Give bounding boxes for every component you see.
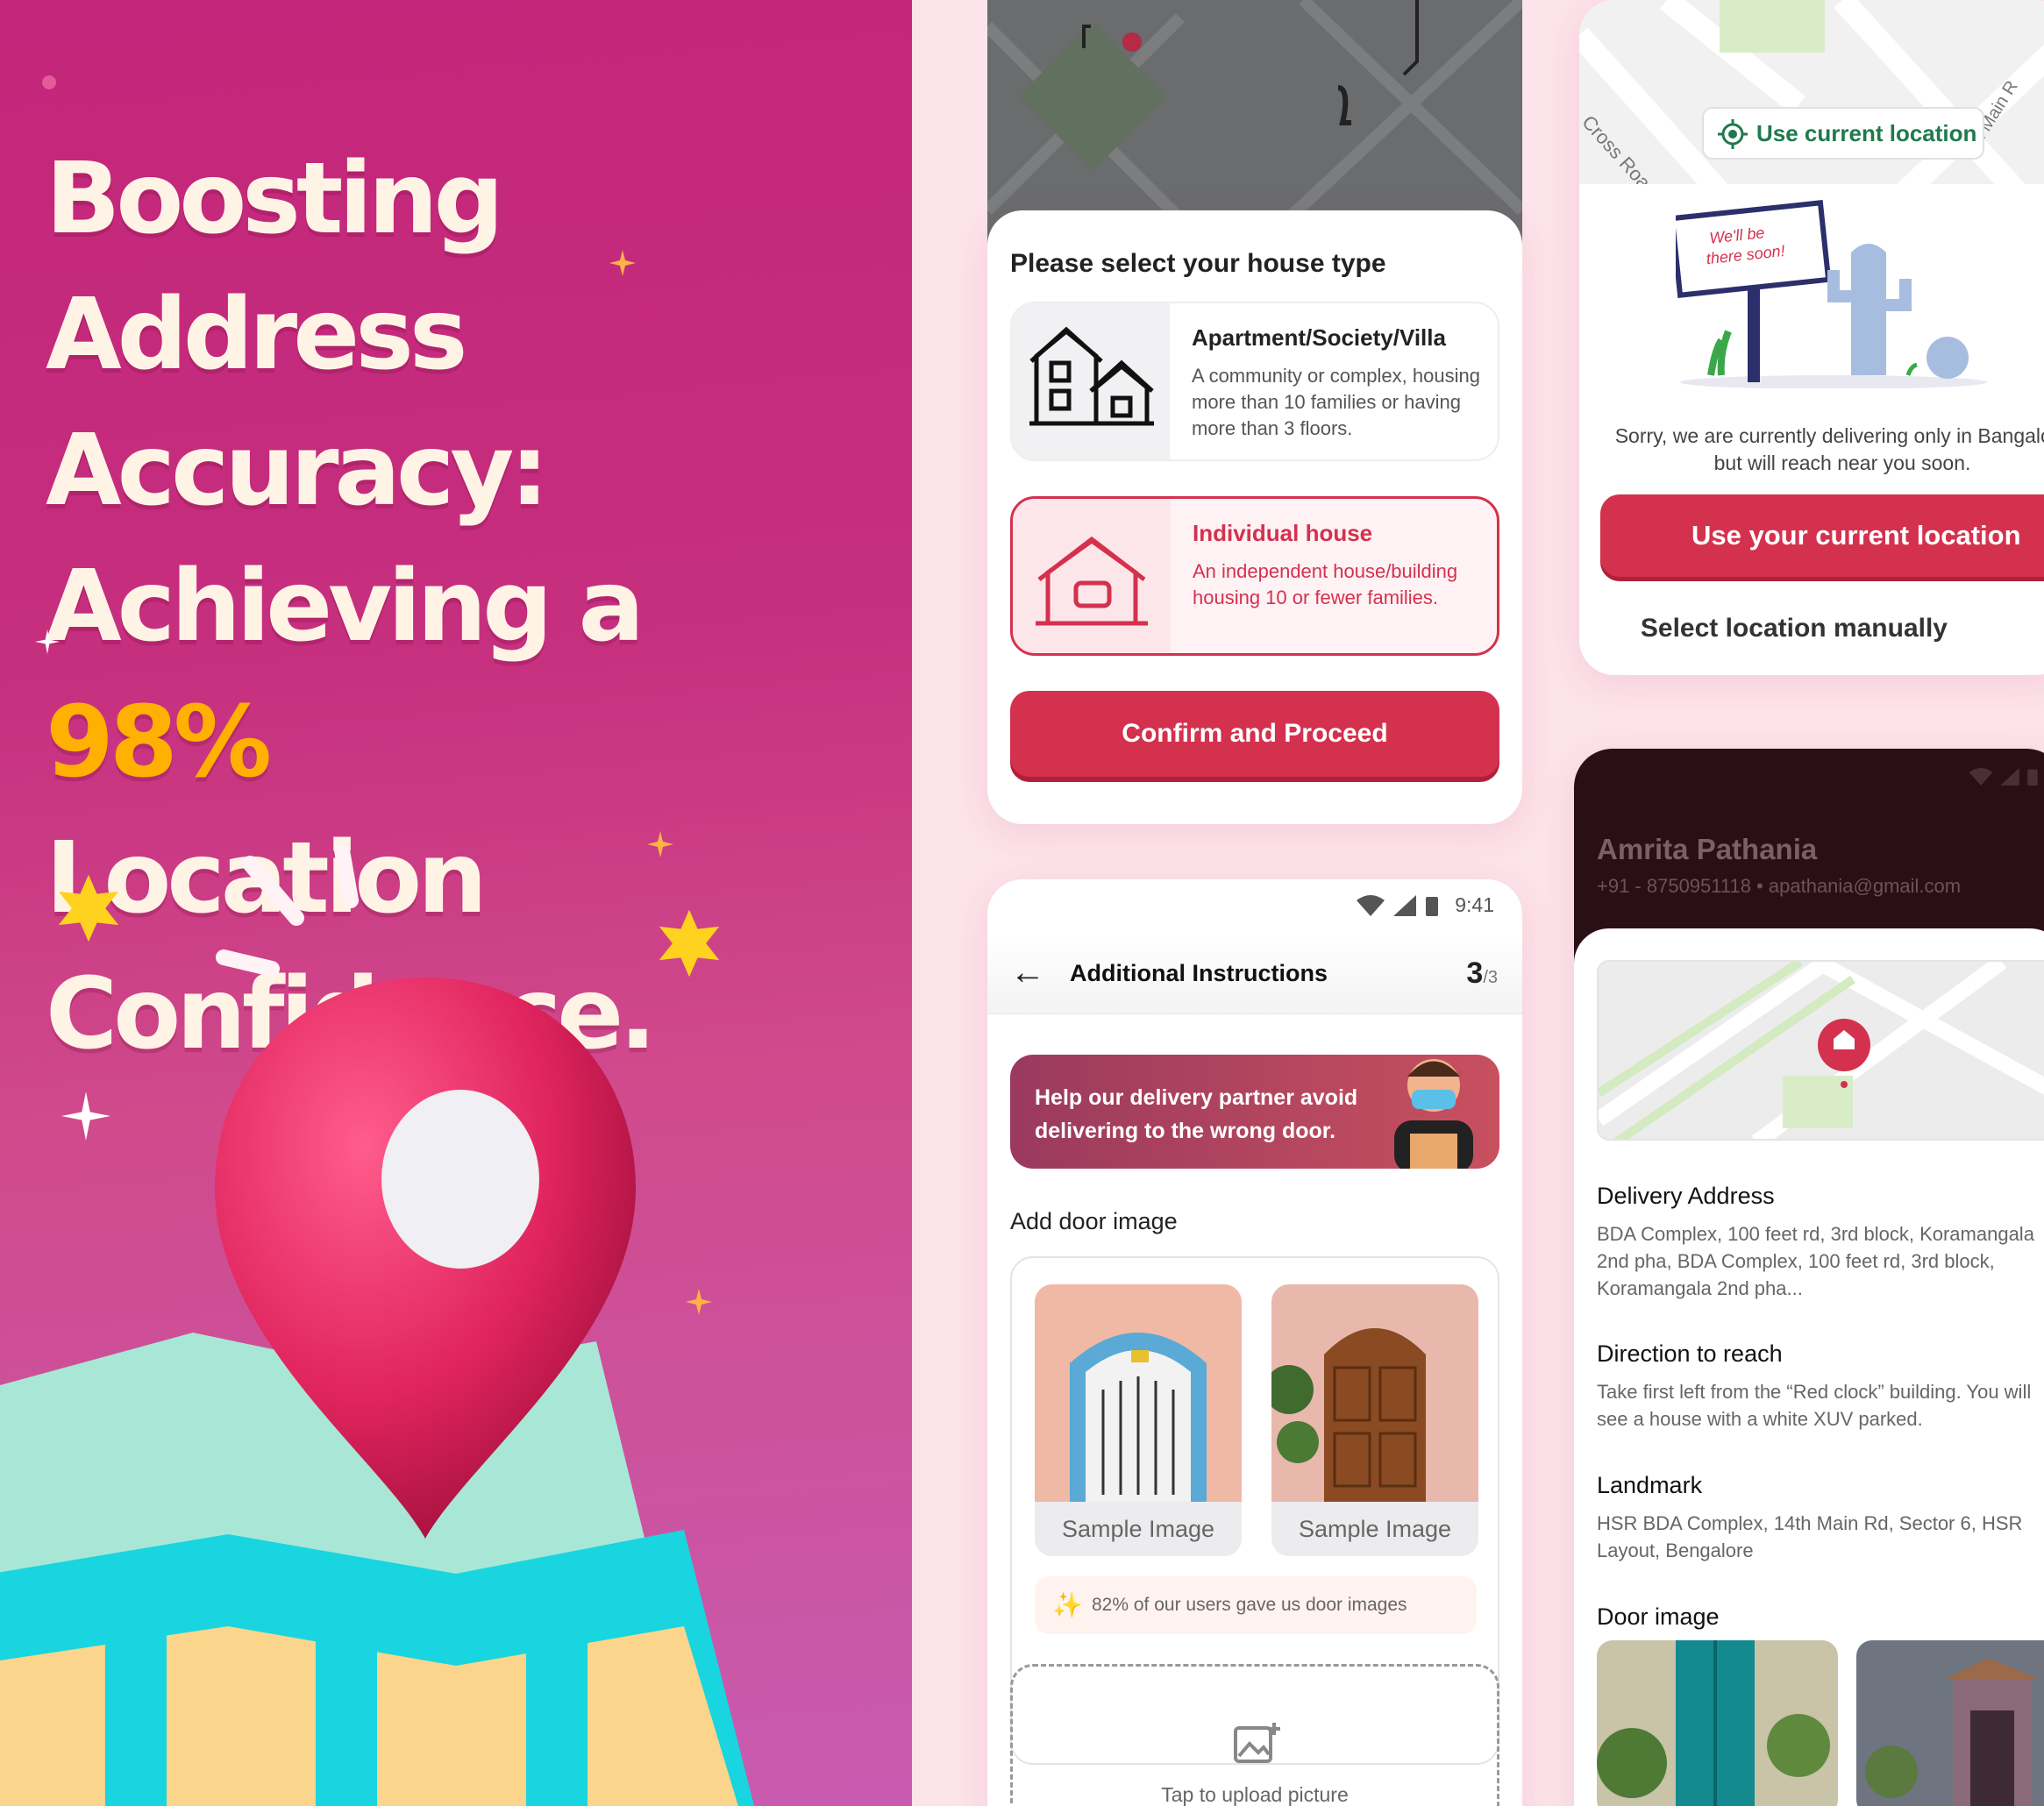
user-contact: +91 - 8750951118 • apathania@gmail.com xyxy=(1597,875,1962,897)
additional-instructions-screen: 9:41 ← Additional Instructions 3/3 Help … xyxy=(987,879,1522,1806)
upload-picture-area[interactable]: Tap to upload picture xyxy=(1010,1664,1499,1806)
sparkle-white-icon xyxy=(61,1091,110,1141)
use-current-location-label: Use current location xyxy=(1756,120,1977,146)
house-option-description: An independent house/building housing 10… xyxy=(1193,560,1458,608)
house-type-sheet: Please select your house type Apartment/… xyxy=(987,210,1522,824)
signal-icon xyxy=(1393,894,1417,916)
sparkles-icon: ✨ xyxy=(1052,1591,1083,1618)
door-photo-1 xyxy=(1035,1284,1242,1504)
door-photo xyxy=(1597,1640,1838,1806)
star-icon xyxy=(659,909,720,978)
add-door-label: Add door image xyxy=(1010,1208,1178,1234)
door-photo xyxy=(1856,1640,2044,1806)
door-image-stat: ✨ 82% of our users gave us door images xyxy=(1035,1576,1477,1634)
door-photo-2 xyxy=(1271,1284,1478,1504)
use-current-location-chip[interactable]: Use current location xyxy=(1702,107,1984,160)
confirm-proceed-button[interactable]: Confirm and Proceed xyxy=(1010,691,1499,777)
sparkle-icon xyxy=(686,1289,712,1315)
hero-title-line-2: Accuracy: xyxy=(46,414,549,528)
house-option-apartment[interactable]: Apartment/Society/Villa A community or c… xyxy=(1010,302,1499,461)
star-icon xyxy=(58,874,119,942)
select-location-manually-link[interactable]: Select location manually xyxy=(1579,614,1948,643)
back-arrow-icon[interactable]: ← xyxy=(1010,953,1045,992)
hero-title-line-3: Achieving a 98% xyxy=(46,539,887,811)
dot-icon xyxy=(42,75,56,89)
house-option-title: Apartment/Society/Villa xyxy=(1192,324,1446,351)
burst-lines-icon xyxy=(216,843,359,977)
hero-panel: Boosting Address Accuracy: Achieving a 9… xyxy=(0,0,912,1806)
sparkle-icon xyxy=(609,250,636,276)
coming-soon-illustration: We'll be there soon! xyxy=(1676,200,1987,388)
crosshair-icon xyxy=(1718,119,1748,149)
sparkle-white-icon xyxy=(35,629,60,654)
door-image-2[interactable] xyxy=(1856,1640,2044,1806)
hero-title-prefix: Achieving a xyxy=(46,550,645,664)
signal-icon xyxy=(2000,768,2019,786)
status-bar: 9:41 xyxy=(1357,893,1494,917)
house-icon xyxy=(1036,536,1148,626)
hero-title-highlight: 98% xyxy=(46,686,272,800)
house-option-description: A community or complex, housing more tha… xyxy=(1192,365,1480,439)
status-time: 9:41 xyxy=(1455,893,1494,916)
sparkle-icon xyxy=(647,831,673,857)
landmark-label: Landmark xyxy=(1597,1472,1703,1498)
hero-title-line-4: Location xyxy=(46,811,887,947)
battery-icon xyxy=(1426,896,1439,916)
help-banner: Help our delivery partner avoid deliveri… xyxy=(1010,1055,1499,1169)
sample-image-1: Sample Image xyxy=(1035,1284,1242,1556)
delivery-person-illustration xyxy=(1394,1059,1473,1169)
door-image-label: Door image xyxy=(1597,1603,1720,1630)
screen-title: Additional Instructions xyxy=(1070,960,1328,986)
wifi-icon xyxy=(1357,894,1385,916)
landmark-value: HSR BDA Complex, 14th Main Rd, Sector 6,… xyxy=(1597,1512,2023,1561)
banner-text: Help our delivery partner avoid deliveri… xyxy=(1035,1085,1358,1143)
door-image-1[interactable] xyxy=(1597,1640,1838,1806)
address-details: Delivery Address BDA Complex, 100 feet r… xyxy=(1574,928,2044,1806)
hero-title: Boosting Address Accuracy: Achieving a 9… xyxy=(46,132,887,1083)
direction-label: Direction to reach xyxy=(1597,1340,1783,1367)
sample-image-caption: Sample Image xyxy=(1271,1502,1478,1556)
sample-image-2: Sample Image xyxy=(1271,1284,1478,1556)
house-type-title: Please select your house type xyxy=(1010,249,1386,278)
apartment-icon xyxy=(1029,326,1154,426)
step-current: 3 xyxy=(1466,956,1484,990)
step-indicator: 3/3 xyxy=(1466,956,1498,991)
house-option-individual[interactable]: Individual house An independent house/bu… xyxy=(1010,496,1499,656)
wifi-icon xyxy=(1969,768,1993,786)
location-unavailable-sheet: Cross Road th Main R Use current locatio… xyxy=(1579,0,2044,675)
direction-value: Take first left from the “Red clock” bui… xyxy=(1597,1381,2032,1430)
map-background xyxy=(1599,962,2044,1139)
address-summary-screen: Amrita Pathania +91 - 8750951118 • apath… xyxy=(1574,749,2044,1806)
house-option-title: Individual house xyxy=(1193,520,1373,546)
top-bar: ← Additional Instructions 3/3 xyxy=(987,934,1522,1014)
add-image-icon xyxy=(1234,1723,1280,1763)
status-bar-icons xyxy=(1969,768,2039,786)
sorry-message: Sorry, we are currently delivering only … xyxy=(1614,424,2044,474)
delivery-address-label: Delivery Address xyxy=(1597,1183,1775,1209)
hero-title-line-1: Boosting Address xyxy=(46,142,504,392)
address-map xyxy=(1597,960,2044,1141)
user-name: Amrita Pathania xyxy=(1597,833,1818,865)
sample-image-caption: Sample Image xyxy=(1035,1502,1242,1556)
delivery-address-value: BDA Complex, 100 feet rd, 3rd block, Kor… xyxy=(1597,1223,2034,1299)
battery-icon xyxy=(2027,769,2038,786)
upload-text: Tap to upload picture xyxy=(1161,1783,1349,1806)
stat-text: 82% of our users gave us door images xyxy=(1092,1595,1407,1615)
location-pin-illustration xyxy=(215,978,636,1539)
step-total: /3 xyxy=(1483,968,1498,987)
use-current-location-button[interactable]: Use your current location xyxy=(1600,494,2044,577)
